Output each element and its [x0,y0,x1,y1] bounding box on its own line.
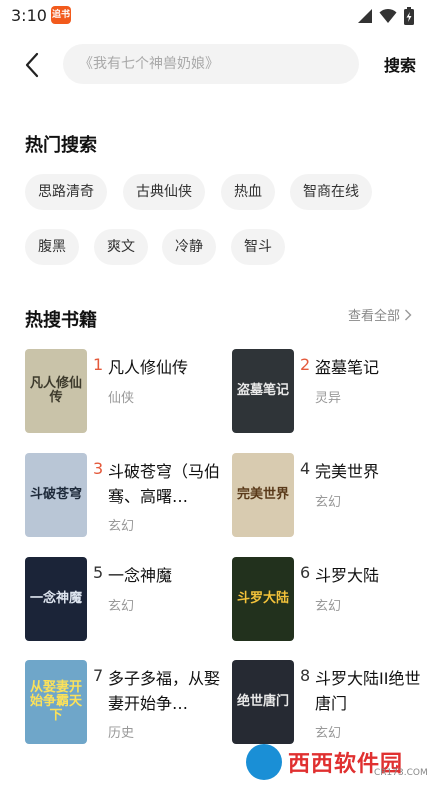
hot-tag[interactable]: 冷静 [162,229,216,265]
book-cover: 绝世唐门 [232,660,294,744]
book-category: 玄幻 [108,599,135,614]
book-rank: 1 [93,355,104,374]
search-button[interactable]: 搜索 [384,52,416,76]
book-cover-text: 完美世界 [236,486,289,502]
book-rank: 2 [300,355,311,374]
hot-search-title: 热门搜索 [25,135,97,156]
book-item[interactable]: 一念神魔 5 一念神魔 玄幻 [25,557,225,643]
book-title: 盗墓笔记 [315,358,380,377]
book-category: 玄幻 [108,519,135,534]
book-cover-text: 一念神魔 [29,590,82,606]
hot-tag[interactable]: 热血 [221,174,275,210]
book-rank: 5 [93,563,104,582]
book-cover: 盗墓笔记 [232,349,294,433]
hot-tag[interactable]: 爽文 [94,229,148,265]
book-rank: 4 [300,459,311,478]
book-cover: 斗破苍穹 [25,453,87,537]
view-all-link[interactable]: 查看全部 [348,305,412,324]
book-category: 灵异 [315,391,342,406]
book-category: 玄幻 [315,495,342,510]
battery-icon [403,7,415,25]
chevron-right-icon [405,309,412,320]
book-rank: 8 [300,666,311,685]
book-cover: 斗罗大陆 [232,557,294,641]
search-input[interactable] [63,44,359,84]
book-item[interactable]: 斗破苍穹 3 斗破苍穹（马伯骞、高曙… 玄幻 [25,453,225,539]
hot-tag[interactable]: 腹黑 [25,229,79,265]
hot-tag[interactable]: 智商在线 [290,174,372,210]
book-rank: 7 [93,666,104,685]
book-cover-text: 斗罗大陆 [236,590,289,606]
book-category: 仙侠 [108,391,135,406]
watermark-logo-icon [246,744,282,780]
back-button[interactable] [18,50,48,80]
wifi-icon [379,8,397,24]
book-category: 玄幻 [315,726,342,741]
book-cover: 一念神魔 [25,557,87,641]
hot-tag[interactable]: 智斗 [231,229,285,265]
status-time: 3:10 [11,6,47,25]
search-header: 搜索 [0,40,443,88]
book-item[interactable]: 凡人修仙传 1 凡人修仙传 仙侠 [25,349,225,435]
book-category: 历史 [108,726,135,741]
status-bar: 3:10 追书 [0,0,443,32]
book-rank: 3 [93,459,104,478]
book-title: 一念神魔 [108,566,173,585]
book-cover: 从娶妻开始争霸天下 [25,660,87,744]
chevron-left-icon [25,52,39,78]
book-category: 玄幻 [315,599,342,614]
book-cover: 凡人修仙传 [25,349,87,433]
book-item[interactable]: 盗墓笔记 2 盗墓笔记 灵异 [232,349,432,435]
watermark-subtext: CR173.COM [374,768,428,778]
book-item[interactable]: 完美世界 4 完美世界 玄幻 [232,453,432,539]
book-title: 多子多福，从娶妻开始争… [108,669,221,713]
book-cover-text: 绝世唐门 [236,693,289,709]
book-cover-text: 盗墓笔记 [236,382,289,398]
book-item[interactable]: 斗罗大陆 6 斗罗大陆 玄幻 [232,557,432,643]
book-cover-text: 凡人修仙传 [29,375,82,405]
status-icons [357,6,415,26]
book-cover-text: 从娶妻开始争霸天下 [29,679,82,724]
signal-icon [357,8,373,24]
app-badge-icon: 追书 [51,6,71,24]
hot-tag[interactable]: 思路清奇 [25,174,107,210]
hot-books-title: 热搜书籍 [25,310,97,331]
book-item[interactable]: 从娶妻开始争霸天下 7 多子多福，从娶妻开始争… 历史 [25,660,225,746]
book-title: 斗罗大陆 [315,566,380,585]
book-cover-text: 斗破苍穹 [29,486,82,502]
book-title: 斗罗大陆II绝世唐门 [315,669,421,713]
book-title: 斗破苍穹（马伯骞、高曙… [108,462,221,506]
book-item[interactable]: 绝世唐门 8 斗罗大陆II绝世唐门 玄幻 [232,660,432,746]
book-title: 完美世界 [315,462,380,481]
book-cover: 完美世界 [232,453,294,537]
hot-tag[interactable]: 古典仙侠 [123,174,205,210]
book-title: 凡人修仙传 [108,358,189,377]
book-rank: 6 [300,563,311,582]
view-all-label: 查看全部 [348,309,401,324]
watermark: 西西软件园 CR173.COM [246,742,436,782]
